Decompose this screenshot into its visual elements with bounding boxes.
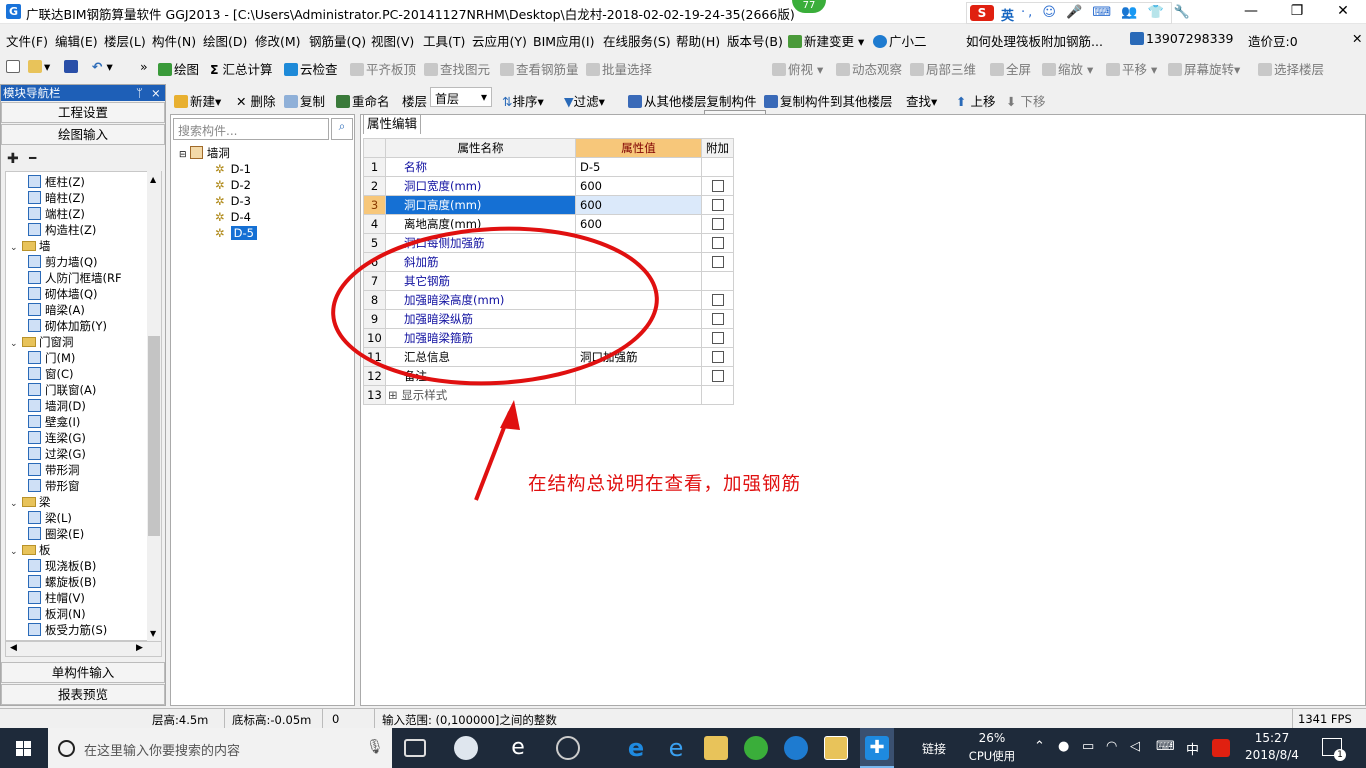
- tray-volume-icon[interactable]: ◁: [1130, 739, 1140, 754]
- tray-expand-icon[interactable]: ⌃: [1034, 739, 1045, 754]
- status-separator: [224, 709, 225, 728]
- active-app-slot[interactable]: ✚: [860, 728, 894, 768]
- annotation-arrowhead: [500, 400, 520, 430]
- taskbar-search-placeholder: 在这里输入你要搜索的内容: [84, 744, 241, 759]
- taskbar-search[interactable]: 在这里输入你要搜索的内容 🎙: [48, 728, 392, 768]
- annotation-text: 在结构总说明在查看，加强钢筋: [528, 474, 802, 495]
- tray-lang[interactable]: 中: [1186, 739, 1199, 758]
- notes-app-icon[interactable]: [824, 736, 848, 760]
- status-zero: 0: [332, 712, 340, 726]
- tray-wifi-icon[interactable]: ◠: [1106, 739, 1117, 754]
- tray-link[interactable]: 链接: [922, 740, 946, 757]
- green-app-icon[interactable]: [744, 736, 768, 760]
- clock-date[interactable]: 2018/8/4: [1240, 748, 1304, 762]
- status-separator: [374, 709, 375, 728]
- microphone-icon[interactable]: 🎙: [366, 739, 384, 755]
- taskbar: 在这里输入你要搜索的内容 🎙 e e e ✚ 链接 26% CPU使用 ⌃ ● …: [0, 728, 1366, 768]
- tray-sogou-icon[interactable]: [1212, 739, 1230, 757]
- clock-time[interactable]: 15:27: [1240, 731, 1304, 745]
- start-button[interactable]: [0, 728, 48, 768]
- cortana-search-icon: [58, 740, 75, 757]
- glodon-rebar-icon: ✚: [865, 736, 889, 760]
- glodon-app-icon[interactable]: [784, 736, 808, 760]
- notification-count-badge: 1: [1334, 749, 1346, 761]
- status-separator: [1292, 709, 1293, 728]
- cpu-percent: 26%: [978, 731, 1006, 745]
- tray-keyboard-icon[interactable]: ⌨: [1156, 739, 1175, 754]
- file-explorer-icon[interactable]: [704, 736, 728, 760]
- base-height: 底标高:-0.05m: [232, 713, 312, 727]
- fan-app-icon[interactable]: [454, 736, 478, 760]
- tray-network-icon[interactable]: ▭: [1082, 739, 1094, 754]
- task-view-icon[interactable]: [404, 739, 426, 757]
- cpu-label: CPU使用: [968, 749, 1016, 763]
- fps-counter: 1341 FPS: [1298, 712, 1352, 726]
- floor-height: 层高:4.5m: [152, 713, 209, 727]
- windows-logo-icon: [16, 741, 31, 756]
- ie-browser-icon[interactable]: e: [664, 736, 688, 760]
- edge-legacy-icon[interactable]: e: [506, 736, 530, 760]
- annotation-ellipse: [331, 226, 659, 386]
- annotation-layer: [331, 226, 659, 501]
- input-range: 输入范围: (0,100000]之间的整数: [382, 713, 557, 727]
- status-separator: [322, 709, 323, 728]
- refresh-app-icon[interactable]: [556, 736, 580, 760]
- tray-notification-bell-icon[interactable]: ●: [1058, 739, 1069, 754]
- edge-browser-icon[interactable]: e: [624, 736, 648, 760]
- status-bar: 层高:4.5m 底标高:-0.05m 0 输入范围: (0,100000]之间的…: [0, 708, 1366, 728]
